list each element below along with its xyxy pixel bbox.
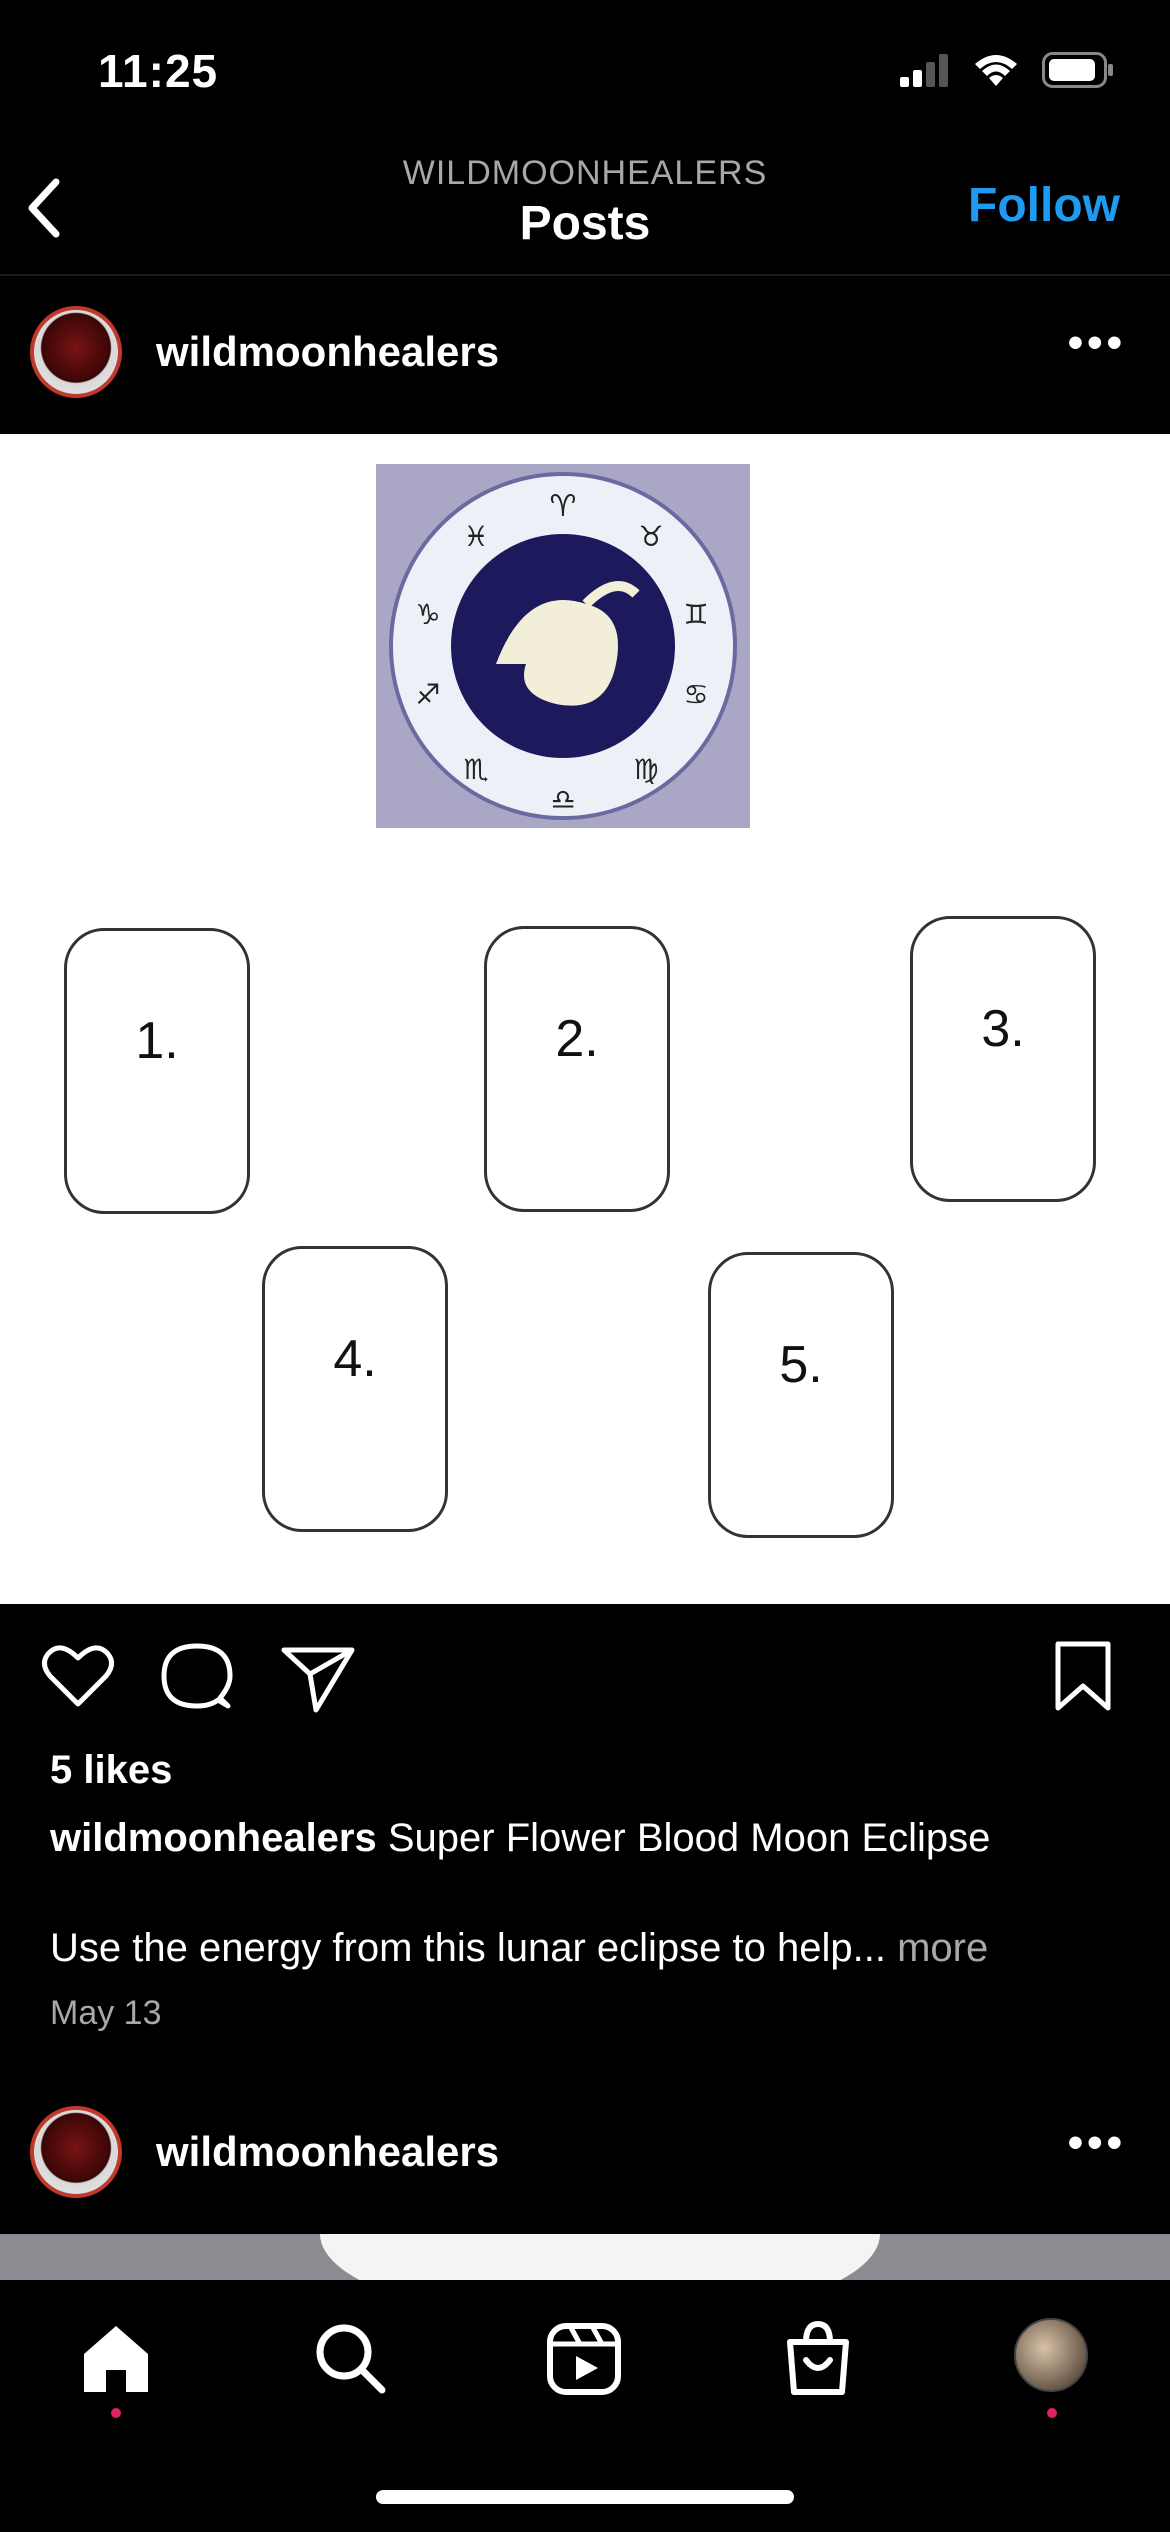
caption-text: Super Flower Blood Moon Eclipse [387,1816,991,1860]
save-bookmark-icon[interactable] [1048,1640,1118,1714]
wifi-icon [975,55,1017,86]
share-send-icon[interactable] [280,1644,356,1714]
likes-count[interactable]: 5 likes [50,1748,172,1793]
follow-button[interactable]: Follow [968,178,1120,233]
tarot-card-slot-2: 2. [484,926,670,1212]
zodiac-wheel-image: ♈ ♉ ♊ ♋ ♍ ♎ ♏ ♐ ♑ ♓ [376,464,750,828]
status-time: 11:25 [98,45,219,97]
tarot-card-slot-3: 3. [910,916,1096,1202]
svg-text:♈: ♈ [550,490,577,523]
svg-text:♓: ♓ [463,521,488,552]
next-post-more-options-icon[interactable]: ••• [1068,2118,1126,2168]
more-options-icon[interactable]: ••• [1068,318,1126,368]
post-avatar[interactable] [30,306,122,398]
next-post-image[interactable] [0,2234,1170,2280]
caption-second-line: Use the energy from this lunar eclipse t… [50,1926,988,1971]
svg-text:♏: ♏ [463,754,488,785]
status-icons [900,52,1114,88]
svg-text:♑: ♑ [415,599,440,630]
post-username[interactable]: wildmoonhealers [156,328,499,376]
tarot-card-slot-4: 4. [262,1246,448,1532]
home-icon[interactable] [76,2318,156,2398]
comment-icon[interactable] [160,1640,234,1714]
post-date: May 13 [50,1994,162,2032]
post-image[interactable]: ♈ ♉ ♊ ♋ ♍ ♎ ♏ ♐ ♑ ♓ 1. 2. 3. 4. 5. [0,434,1170,1604]
tarot-card-slot-1: 1. [64,928,250,1214]
search-icon[interactable] [310,2318,390,2398]
like-heart-icon[interactable] [40,1640,116,1712]
next-post-username[interactable]: wildmoonhealers [156,2128,499,2176]
svg-text:♍: ♍ [633,754,658,785]
more-link[interactable]: more [897,1926,988,1970]
post-caption: wildmoonhealers Super Flower Blood Moon … [50,1816,1130,1861]
reels-icon[interactable] [544,2318,624,2398]
profile-avatar[interactable] [1014,2318,1088,2392]
tarot-card-slot-5: 5. [708,1252,894,1538]
svg-text:♊: ♊ [683,599,708,630]
next-post-avatar[interactable] [30,2106,122,2198]
profile-notification-dot [1047,2408,1057,2418]
svg-text:♎: ♎ [550,784,575,815]
svg-text:♉: ♉ [638,521,663,552]
battery-icon [1042,52,1113,88]
caption-body: Use the energy from this lunar eclipse t… [50,1926,886,1970]
svg-text:♋: ♋ [683,679,708,710]
caption-username[interactable]: wildmoonhealers [50,1816,377,1860]
shop-icon[interactable] [778,2318,858,2398]
svg-text:♐: ♐ [415,679,440,710]
signal-icon [900,54,948,87]
home-indicator[interactable] [376,2490,794,2504]
home-notification-dot [111,2408,121,2418]
